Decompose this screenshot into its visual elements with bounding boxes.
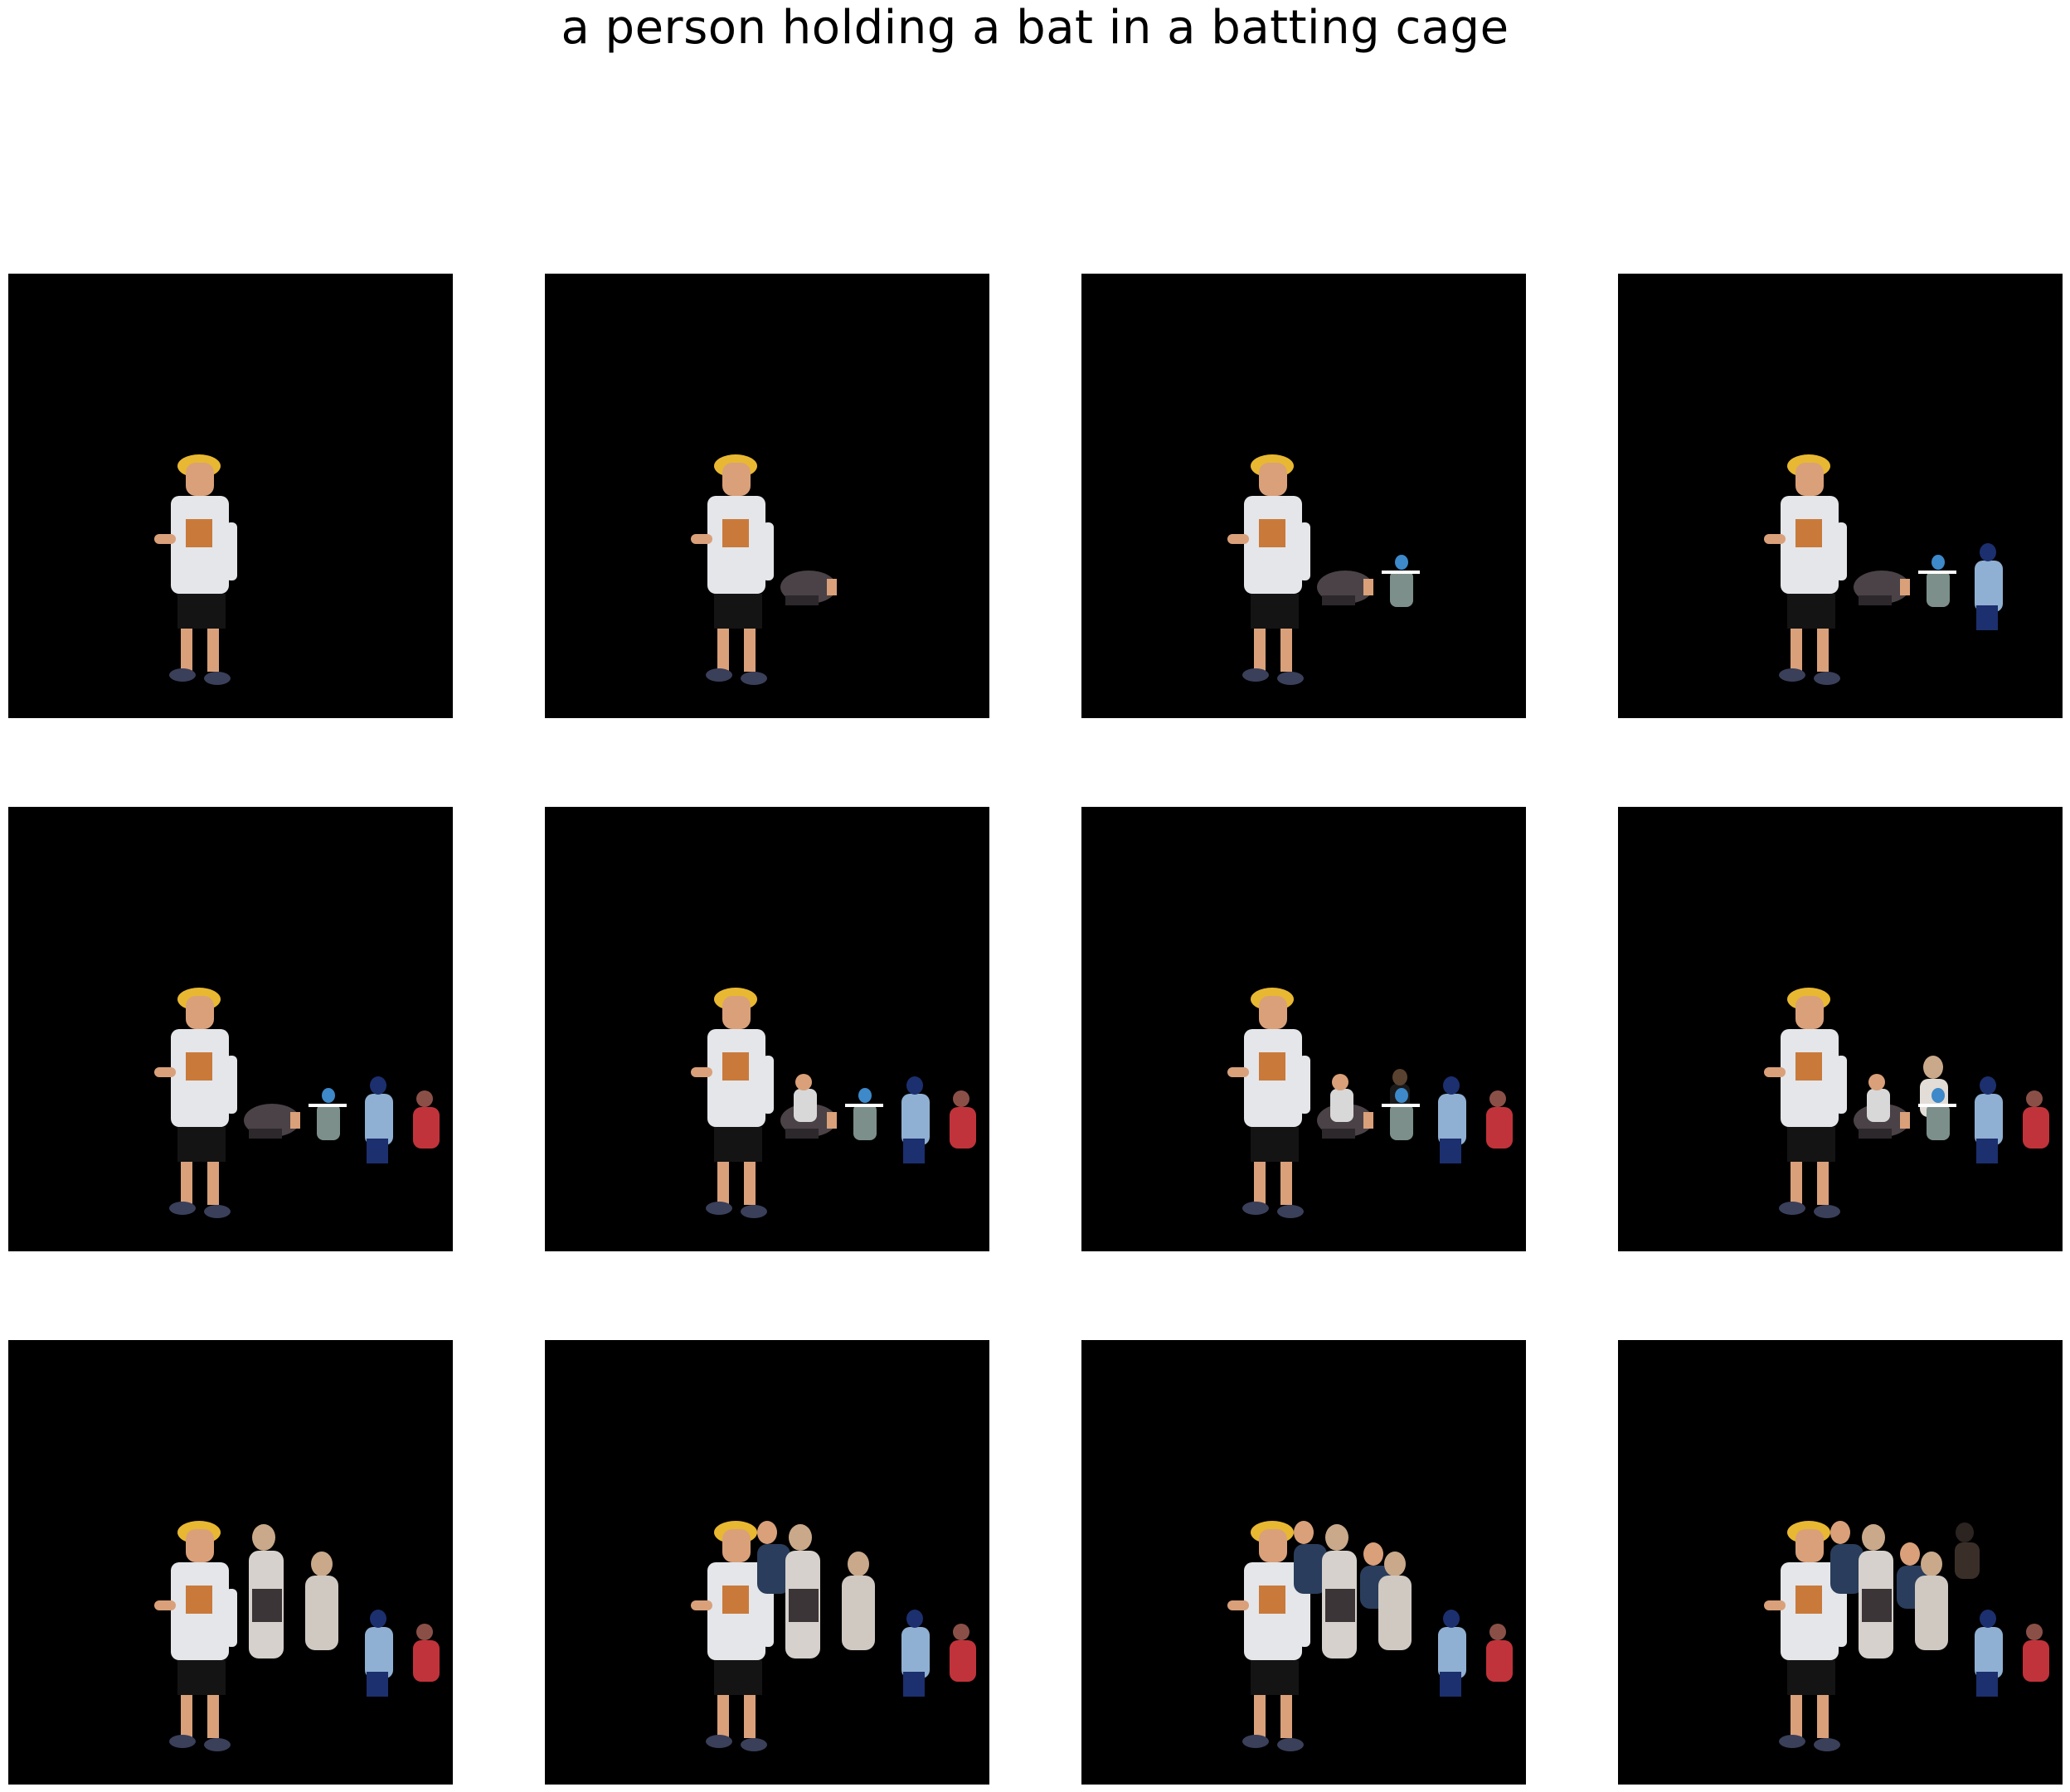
object-red xyxy=(950,1090,976,1149)
image-panel-10 xyxy=(545,1340,989,1785)
object-crowd2 xyxy=(842,1552,875,1650)
object-bag xyxy=(244,1104,300,1139)
object-bag xyxy=(1854,571,1910,605)
object-blue xyxy=(1438,1076,1466,1163)
panel-6-composite xyxy=(691,988,976,1218)
object-boy xyxy=(1227,454,1310,685)
image-panel-5 xyxy=(8,807,453,1251)
object-crouch xyxy=(1918,555,1956,607)
object-red xyxy=(950,1624,976,1682)
object-red xyxy=(413,1624,440,1682)
image-panel-9 xyxy=(8,1340,453,1785)
object-blue xyxy=(1975,543,2003,630)
object-boy xyxy=(1227,988,1310,1218)
panel-1-composite xyxy=(154,454,237,685)
object-crouch xyxy=(1382,555,1420,607)
panel-11-composite xyxy=(1227,1521,1513,1751)
object-red xyxy=(2023,1090,2049,1149)
object-boy xyxy=(1764,988,1847,1218)
object-blue xyxy=(1975,1610,2003,1697)
image-panel-3 xyxy=(1081,274,1526,718)
object-crowd1 xyxy=(785,1524,820,1658)
object-crowd1 xyxy=(1322,1524,1357,1658)
object-red xyxy=(2023,1624,2049,1682)
image-panel-2 xyxy=(545,274,989,718)
object-crowd2 xyxy=(305,1552,338,1650)
object-boy xyxy=(154,454,237,685)
panel-4-composite xyxy=(1764,454,2003,685)
panel-2-composite xyxy=(691,454,837,685)
object-boy xyxy=(691,454,774,685)
object-white xyxy=(794,1074,817,1122)
panel-8-composite xyxy=(1764,988,2049,1218)
object-bag xyxy=(1317,571,1373,605)
object-blue xyxy=(901,1076,930,1163)
object-boy xyxy=(154,988,237,1218)
object-blue xyxy=(1975,1076,2003,1163)
object-boy xyxy=(1764,454,1847,685)
object-crouch xyxy=(309,1088,347,1140)
image-panel-8 xyxy=(1618,807,2063,1251)
object-boy xyxy=(154,1521,237,1751)
panel-7-composite xyxy=(1227,988,1513,1218)
object-red xyxy=(1486,1090,1513,1149)
image-panel-4 xyxy=(1618,274,2063,718)
panel-3-composite xyxy=(1227,454,1420,685)
object-white xyxy=(1330,1074,1353,1122)
object-red xyxy=(413,1090,440,1149)
object-white xyxy=(1867,1074,1890,1122)
image-panel-7 xyxy=(1081,807,1526,1251)
object-blue xyxy=(1438,1610,1466,1697)
object-crowd1 xyxy=(249,1524,284,1658)
object-boy xyxy=(691,988,774,1218)
panel-10-composite xyxy=(691,1521,976,1751)
object-bag xyxy=(780,571,837,605)
panel-9-composite xyxy=(154,1521,440,1751)
image-panel-1 xyxy=(8,274,453,718)
object-dark2 xyxy=(1955,1522,1980,1579)
object-blue xyxy=(365,1610,393,1697)
panel-5-composite xyxy=(154,988,440,1218)
image-panel-12 xyxy=(1618,1340,2063,1785)
object-blue xyxy=(901,1610,930,1697)
object-crouch xyxy=(1382,1088,1420,1140)
object-red xyxy=(1486,1624,1513,1682)
object-crowd1 xyxy=(1859,1524,1893,1658)
object-blue xyxy=(365,1076,393,1163)
panel-12-composite xyxy=(1764,1521,2049,1751)
image-grid xyxy=(0,0,2070,1792)
object-crouch xyxy=(845,1088,883,1140)
image-panel-6 xyxy=(545,807,989,1251)
image-panel-11 xyxy=(1081,1340,1526,1785)
